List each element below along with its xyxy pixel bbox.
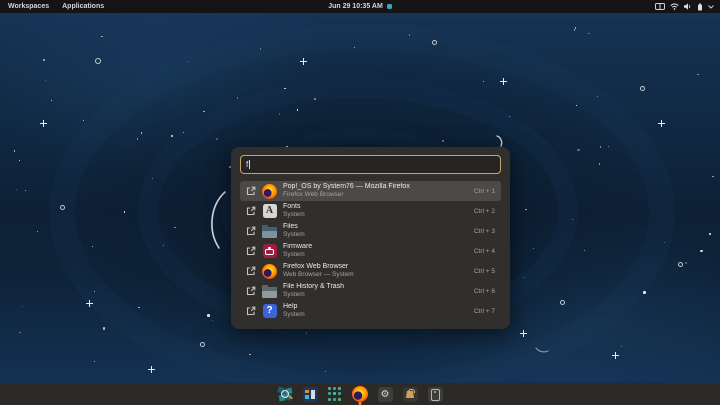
launcher-results-list: Pop!_OS by System76 — Mozilla FirefoxFir… bbox=[240, 181, 501, 321]
system-tray[interactable] bbox=[655, 3, 720, 11]
launcher-search-icon bbox=[277, 386, 293, 402]
workspaces-icon bbox=[303, 387, 318, 402]
help-icon: ? bbox=[262, 304, 277, 319]
launch-icon bbox=[246, 286, 256, 296]
firefox-icon bbox=[352, 386, 368, 402]
volume-icon[interactable] bbox=[684, 3, 692, 10]
result-subtitle: System bbox=[283, 311, 468, 319]
result-text: FirmwareSystem bbox=[283, 243, 468, 260]
dock-item-applications-grid[interactable] bbox=[327, 386, 343, 402]
dock: ⚙ bbox=[0, 383, 720, 405]
top-panel: Workspaces Applications Jun 29 10:35 AM bbox=[0, 0, 720, 13]
launcher-result-row[interactable]: A FontsSystem Ctrl + 2 bbox=[240, 201, 501, 221]
result-subtitle: System bbox=[283, 231, 468, 239]
text-caret bbox=[249, 160, 250, 169]
workspaces-menu[interactable]: Workspaces bbox=[8, 3, 49, 10]
tiling-icon[interactable] bbox=[655, 3, 665, 10]
fonts-icon: A bbox=[262, 204, 277, 219]
settings-icon: ⚙ bbox=[378, 387, 393, 402]
result-subtitle: System bbox=[283, 211, 468, 219]
result-title: Help bbox=[283, 303, 468, 312]
result-subtitle: System bbox=[283, 291, 468, 299]
launch-icon bbox=[246, 306, 256, 316]
launcher-search-input[interactable]: f bbox=[240, 155, 501, 174]
file-history-icon bbox=[262, 284, 277, 299]
launch-icon bbox=[246, 246, 256, 256]
result-title: Firmware bbox=[283, 243, 468, 252]
firmware-icon bbox=[262, 244, 277, 259]
pop-shop-icon bbox=[403, 387, 418, 402]
launcher-result-row[interactable]: FirmwareSystem Ctrl + 4 bbox=[240, 241, 501, 261]
launcher-result-row[interactable]: FilesSystem Ctrl + 3 bbox=[240, 221, 501, 241]
result-shortcut: Ctrl + 7 bbox=[474, 308, 495, 315]
result-title: Fonts bbox=[283, 203, 468, 212]
dock-item-settings[interactable]: ⚙ bbox=[377, 386, 393, 402]
launch-icon bbox=[246, 226, 256, 236]
result-shortcut: Ctrl + 2 bbox=[474, 208, 495, 215]
firefox-icon bbox=[262, 184, 277, 199]
generic-app-icon bbox=[428, 387, 443, 402]
wifi-icon[interactable] bbox=[670, 3, 679, 10]
result-title: Firefox Web Browser bbox=[283, 263, 468, 272]
result-subtitle: System bbox=[283, 251, 468, 259]
files-icon bbox=[262, 224, 277, 239]
dock-item-firefox[interactable] bbox=[352, 386, 368, 402]
launch-icon bbox=[246, 266, 256, 276]
result-text: Firefox Web BrowserWeb Browser — System bbox=[283, 263, 468, 280]
applications-grid-icon bbox=[327, 386, 343, 403]
launcher-result-row[interactable]: File History & TrashSystem Ctrl + 6 bbox=[240, 281, 501, 301]
launcher-result-row[interactable]: Firefox Web BrowserWeb Browser — System C… bbox=[240, 261, 501, 281]
search-query-text: f bbox=[246, 160, 248, 169]
result-text: FilesSystem bbox=[283, 223, 468, 240]
launch-icon bbox=[246, 206, 256, 216]
result-subtitle: Firefox Web Browser bbox=[283, 191, 468, 199]
dock-item-workspaces[interactable] bbox=[302, 386, 318, 402]
result-shortcut: Ctrl + 4 bbox=[474, 248, 495, 255]
result-shortcut: Ctrl + 3 bbox=[474, 228, 495, 235]
chevron-down-icon[interactable] bbox=[708, 5, 714, 9]
notification-indicator-icon bbox=[387, 4, 392, 9]
battery-icon[interactable] bbox=[697, 3, 703, 11]
result-shortcut: Ctrl + 5 bbox=[474, 268, 495, 275]
dock-item-generic-app[interactable] bbox=[427, 386, 443, 402]
result-title: Files bbox=[283, 223, 468, 232]
result-shortcut: Ctrl + 6 bbox=[474, 288, 495, 295]
launcher-overlay: f Pop!_OS by System76 — Mozilla FirefoxF… bbox=[231, 147, 510, 329]
firefox-icon bbox=[262, 264, 277, 279]
launch-icon bbox=[246, 186, 256, 196]
result-title: File History & Trash bbox=[283, 283, 468, 292]
dock-item-pop-shop[interactable] bbox=[402, 386, 418, 402]
dock-item-launcher-search[interactable] bbox=[277, 386, 293, 402]
launcher-result-row[interactable]: ? HelpSystem Ctrl + 7 bbox=[240, 301, 501, 321]
launcher-result-row[interactable]: Pop!_OS by System76 — Mozilla FirefoxFir… bbox=[240, 181, 501, 201]
result-text: FontsSystem bbox=[283, 203, 468, 220]
result-subtitle: Web Browser — System bbox=[283, 271, 468, 279]
result-shortcut: Ctrl + 1 bbox=[474, 188, 495, 195]
result-text: HelpSystem bbox=[283, 303, 468, 320]
clock[interactable]: Jun 29 10:35 AM bbox=[328, 3, 383, 10]
result-text: File History & TrashSystem bbox=[283, 283, 468, 300]
result-title: Pop!_OS by System76 — Mozilla Firefox bbox=[283, 183, 468, 192]
applications-menu[interactable]: Applications bbox=[62, 3, 104, 10]
result-text: Pop!_OS by System76 — Mozilla FirefoxFir… bbox=[283, 183, 468, 200]
